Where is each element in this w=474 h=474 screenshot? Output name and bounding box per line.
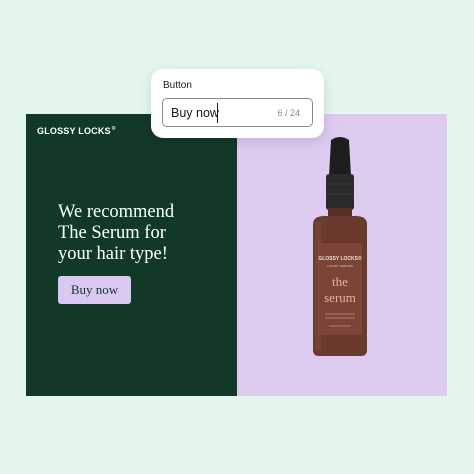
- text-caret: [217, 103, 218, 123]
- button-text-input[interactable]: Buy now 6 / 24: [162, 98, 313, 127]
- brand-name: GLOSSY LOCKS: [37, 126, 111, 136]
- ad-preview: GLOSSY LOCKS® We recommend The Serum for…: [26, 114, 447, 396]
- dropper-bulb: [329, 137, 351, 176]
- editor-label: Button: [163, 80, 192, 91]
- ad-image-panel: GLOSSY LOCKS® LUXURY SERUMS the serum: [237, 114, 447, 396]
- brand-mark: ®: [111, 126, 116, 132]
- label-brand: GLOSSY LOCKS®: [318, 255, 362, 262]
- button-text-value: Buy now: [171, 106, 219, 120]
- label-name-line2: serum: [324, 290, 356, 305]
- ad-text-panel: GLOSSY LOCKS® We recommend The Serum for…: [26, 114, 237, 396]
- buy-now-button[interactable]: Buy now: [58, 276, 131, 304]
- label-sub: LUXURY SERUMS: [327, 264, 353, 268]
- dropper-ribs: [326, 174, 354, 210]
- serum-bottle-image: GLOSSY LOCKS® LUXURY SERUMS the serum: [313, 137, 367, 356]
- brand-logo: GLOSSY LOCKS®: [37, 126, 116, 136]
- button-text-editor: Button Buy now 6 / 24: [151, 69, 324, 138]
- label-name-line1: the: [332, 274, 348, 289]
- character-counter: 6 / 24: [277, 108, 300, 118]
- ad-headline: We recommend The Serum for your hair typ…: [58, 202, 175, 264]
